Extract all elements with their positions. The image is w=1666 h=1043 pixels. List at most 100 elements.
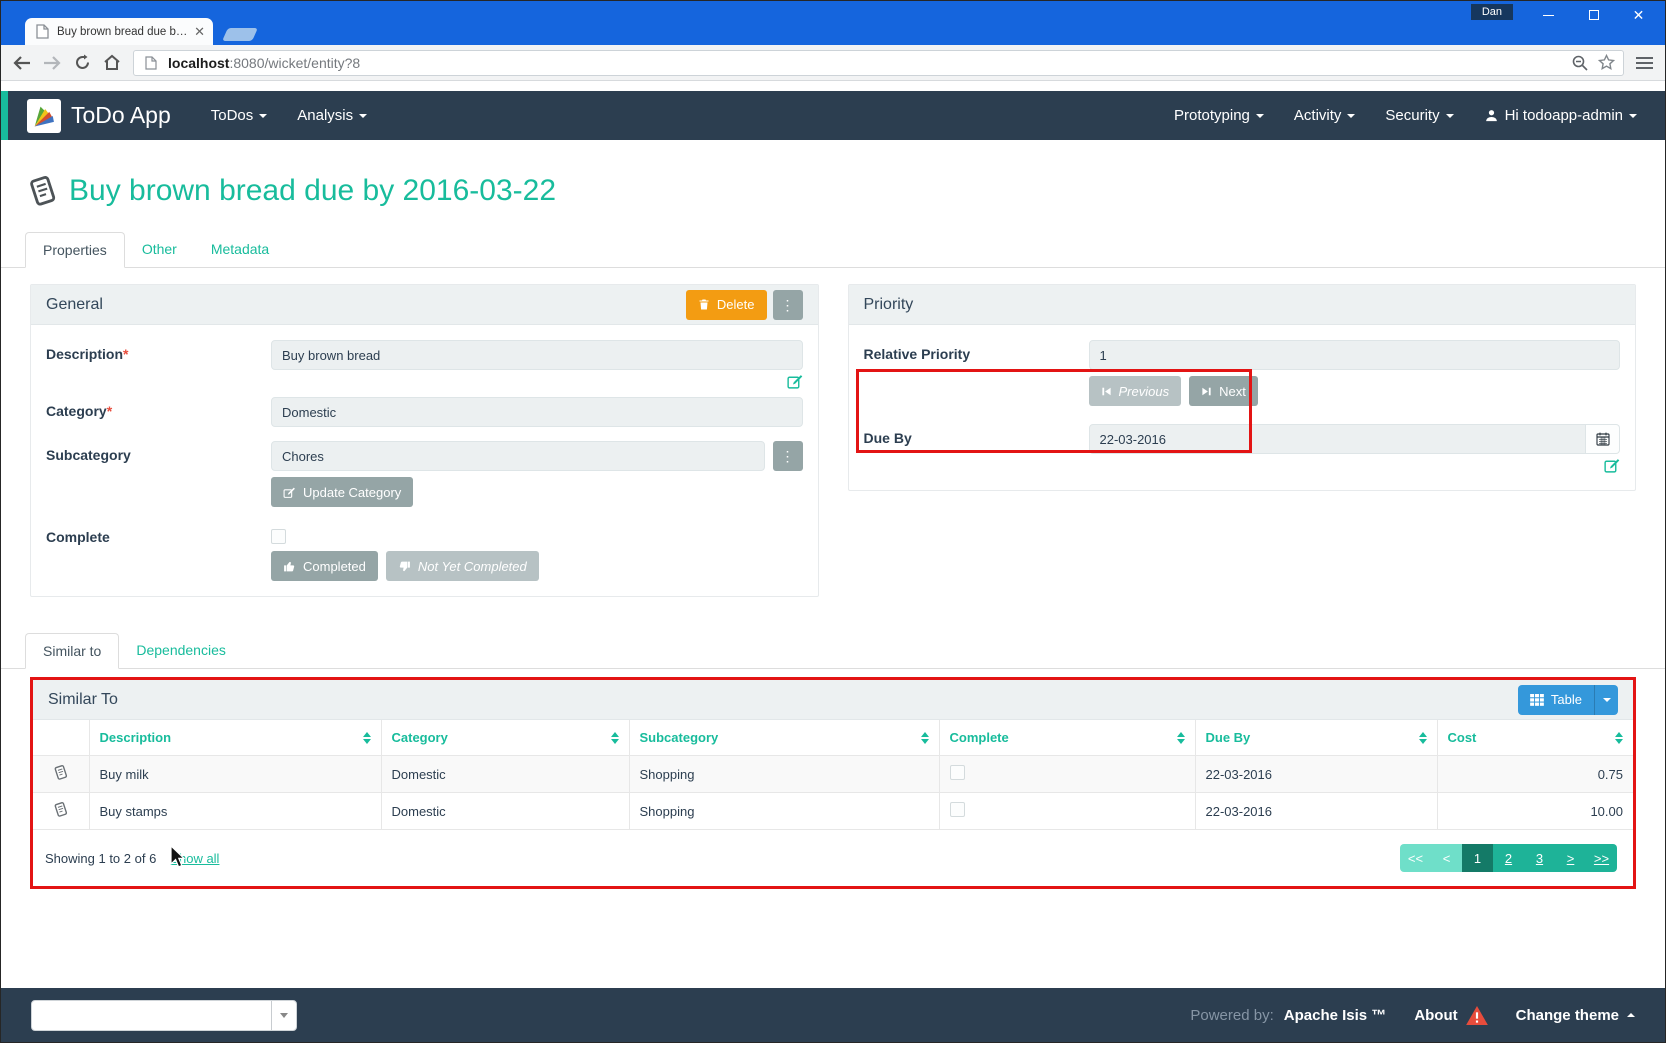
tab-similar-to[interactable]: Similar to xyxy=(25,633,119,669)
cell-cost: 0.75 xyxy=(1437,756,1633,793)
column-category[interactable]: Category xyxy=(381,720,629,756)
subcategory-more-button[interactable]: ⋮ xyxy=(773,441,803,471)
cell-subcategory: Shopping xyxy=(629,793,939,830)
completed-button[interactable]: Completed xyxy=(271,551,378,581)
delete-button[interactable]: Delete xyxy=(686,290,767,320)
todo-app-logo-icon xyxy=(27,99,61,133)
next-button[interactable]: Next xyxy=(1189,376,1258,406)
menu-prototyping[interactable]: Prototyping xyxy=(1174,107,1264,124)
bookmark-star-icon[interactable] xyxy=(1597,54,1615,72)
back-icon[interactable] xyxy=(13,54,31,72)
tab-title: Buy brown bread due by 2 xyxy=(57,26,188,38)
maximize-button[interactable] xyxy=(1571,1,1616,29)
column-cost[interactable]: Cost xyxy=(1437,720,1633,756)
cell-description[interactable]: Buy stamps xyxy=(89,793,381,830)
menu-user[interactable]: Hi todoapp-admin xyxy=(1484,107,1637,124)
tab-dependencies[interactable]: Dependencies xyxy=(119,633,243,669)
table-row[interactable]: Buy milk Domestic Shopping 22-03-2016 0.… xyxy=(33,756,1633,793)
previous-button[interactable]: Previous xyxy=(1089,376,1182,406)
description-label: Description* xyxy=(46,340,271,391)
footer-select[interactable] xyxy=(31,1000,297,1031)
menu-activity[interactable]: Activity xyxy=(1294,107,1356,124)
tab-properties[interactable]: Properties xyxy=(25,232,125,268)
ellipsis-icon: ⋮ xyxy=(781,298,795,312)
sort-icon[interactable] xyxy=(921,732,929,744)
change-theme-link[interactable]: Change theme xyxy=(1516,1007,1635,1024)
url-text: localhost:8080/wicket/entity?8 xyxy=(168,55,360,71)
url-page-icon[interactable] xyxy=(142,54,160,72)
cell-description[interactable]: Buy milk xyxy=(89,756,381,793)
browser-profile-badge[interactable]: Dan xyxy=(1471,4,1513,20)
column-description[interactable]: Description xyxy=(89,720,381,756)
close-button[interactable]: ✕ xyxy=(1616,1,1661,29)
description-field[interactable]: Buy brown bread xyxy=(271,340,803,370)
forward-icon[interactable] xyxy=(43,54,61,72)
sort-icon[interactable] xyxy=(611,732,619,744)
description-row: Description* Buy brown bread xyxy=(46,340,803,391)
zoom-out-icon[interactable] xyxy=(1571,54,1589,72)
tab-other[interactable]: Other xyxy=(125,232,194,268)
row-complete-checkbox[interactable] xyxy=(950,802,965,817)
general-more-button[interactable]: ⋮ xyxy=(773,290,803,320)
powered-by-label: Powered by: xyxy=(1190,1007,1273,1024)
page-3[interactable]: 3 xyxy=(1524,844,1555,872)
todo-item-icon xyxy=(52,801,69,818)
complete-checkbox[interactable] xyxy=(271,529,286,544)
browser-menu-icon[interactable] xyxy=(1636,57,1653,69)
category-row: Category* Domestic xyxy=(46,397,803,427)
minimize-button[interactable] xyxy=(1526,1,1571,29)
page-next[interactable]: > xyxy=(1555,844,1586,872)
reload-icon[interactable] xyxy=(73,54,91,72)
ellipsis-icon: ⋮ xyxy=(781,449,795,463)
subcategory-field[interactable]: Chores xyxy=(271,441,765,471)
todo-item-icon xyxy=(52,764,69,781)
column-complete[interactable]: Complete xyxy=(939,720,1195,756)
framework-name[interactable]: Apache Isis ™ xyxy=(1284,1007,1387,1024)
home-icon[interactable] xyxy=(103,54,121,72)
table-row[interactable]: Buy stamps Domestic Shopping 22-03-2016 … xyxy=(33,793,1633,830)
category-field[interactable]: Domestic xyxy=(271,397,803,427)
due-by-row: Due By 22-03-2016 xyxy=(864,424,1621,475)
tab-close-icon[interactable]: ✕ xyxy=(194,24,205,40)
page-1[interactable]: 1 xyxy=(1462,844,1493,872)
url-host: localhost xyxy=(168,55,229,71)
menu-todos[interactable]: ToDos xyxy=(211,107,268,124)
column-due-by[interactable]: Due By xyxy=(1195,720,1437,756)
page-first[interactable]: << xyxy=(1400,844,1431,872)
cell-cost: 10.00 xyxy=(1437,793,1633,830)
todo-item-icon xyxy=(25,174,59,208)
browser-tab[interactable]: Buy brown bread due by 2 ✕ xyxy=(25,18,213,45)
edit-due-by-icon[interactable] xyxy=(1603,457,1620,475)
page-prev[interactable]: < xyxy=(1431,844,1462,872)
page-last[interactable]: >> xyxy=(1586,844,1617,872)
sort-icon[interactable] xyxy=(1177,732,1185,744)
column-subcategory[interactable]: Subcategory xyxy=(629,720,939,756)
calendar-icon[interactable] xyxy=(1586,424,1620,454)
sort-icon[interactable] xyxy=(1419,732,1427,744)
not-yet-completed-button[interactable]: Not Yet Completed xyxy=(386,551,539,581)
cell-category: Domestic xyxy=(381,793,629,830)
table-view-button[interactable]: Table xyxy=(1518,685,1618,715)
select-caret-icon[interactable] xyxy=(271,1001,296,1030)
about-link[interactable]: About xyxy=(1414,1006,1487,1025)
sort-icon[interactable] xyxy=(1615,732,1623,744)
update-category-button[interactable]: Update Category xyxy=(271,477,413,507)
url-bar[interactable]: localhost:8080/wicket/entity?8 xyxy=(133,50,1624,76)
brand[interactable]: ToDo App xyxy=(27,99,171,133)
page-2[interactable]: 2 xyxy=(1493,844,1524,872)
menu-analysis[interactable]: Analysis xyxy=(297,107,367,124)
cell-due-by: 22-03-2016 xyxy=(1195,793,1437,830)
table-view-caret[interactable] xyxy=(1594,685,1618,715)
new-tab-button[interactable] xyxy=(222,28,258,41)
thumbs-down-icon xyxy=(398,560,411,573)
relative-priority-row: Relative Priority 1 xyxy=(864,340,1621,370)
relative-priority-field[interactable]: 1 xyxy=(1089,340,1621,370)
browser-titlebar: Buy brown bread due by 2 ✕ Dan ✕ xyxy=(1,1,1665,45)
tab-metadata[interactable]: Metadata xyxy=(194,232,286,268)
menu-security[interactable]: Security xyxy=(1385,107,1453,124)
due-by-field[interactable]: 22-03-2016 xyxy=(1089,424,1587,454)
row-complete-checkbox[interactable] xyxy=(950,765,965,780)
sort-icon[interactable] xyxy=(363,732,371,744)
edit-description-icon[interactable] xyxy=(786,373,803,391)
column-icon-header xyxy=(33,720,89,756)
